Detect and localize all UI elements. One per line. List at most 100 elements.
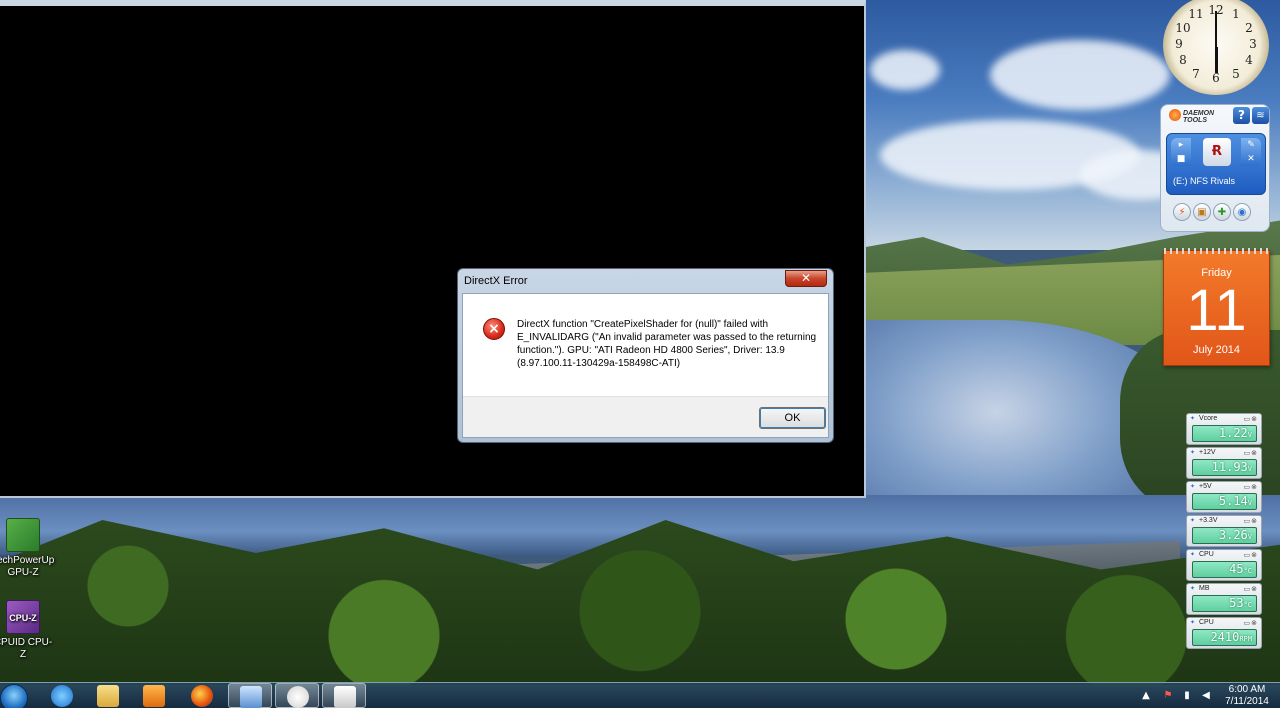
sensor-5v[interactable]: ✦ +5V ▭⊗ 5.14V bbox=[1186, 481, 1262, 513]
clock-number: 1 bbox=[1232, 7, 1240, 21]
dialog-titlebar[interactable]: DirectX Error ✕ bbox=[458, 269, 833, 293]
settings-unmount-icon[interactable]: ✎ ✕ bbox=[1241, 138, 1261, 166]
ok-button[interactable]: OK bbox=[759, 407, 826, 429]
sensor-label: CPU bbox=[1199, 619, 1214, 626]
close-button[interactable]: ✕ bbox=[785, 270, 827, 287]
tray-date: 7/11/2014 bbox=[1225, 696, 1269, 707]
rss-icon[interactable]: ≋ bbox=[1252, 107, 1269, 124]
sensor-controls-icon[interactable]: ▭⊗ bbox=[1244, 415, 1258, 423]
taskbar-internet-explorer[interactable] bbox=[40, 683, 84, 708]
gpuz-icon bbox=[6, 518, 40, 552]
sensor-label: +3.3V bbox=[1199, 517, 1218, 524]
tray-time: 6:00 AM bbox=[1228, 684, 1266, 695]
daemon-logo-icon bbox=[1169, 109, 1181, 121]
sensor-controls-icon[interactable]: ▭⊗ bbox=[1244, 619, 1258, 627]
tray-clock[interactable]: 6:00 AM 7/11/2014 bbox=[1222, 684, 1272, 708]
clock-number: 5 bbox=[1232, 67, 1240, 81]
sensor-controls-icon[interactable]: ▭⊗ bbox=[1244, 585, 1258, 593]
sensor-vcore[interactable]: ✦ Vcore ▭⊗ 1.22V bbox=[1186, 413, 1262, 445]
mounted-disc-icon[interactable]: Ɍ bbox=[1203, 138, 1231, 166]
volume-icon[interactable]: ◀ bbox=[1200, 690, 1212, 702]
clock-number: 6 bbox=[1212, 71, 1220, 85]
image-catalog-icon[interactable]: ▣ bbox=[1193, 203, 1211, 221]
sensor-value-display: 11.93V bbox=[1192, 459, 1257, 476]
sensor-cpu-fan[interactable]: ✦ CPU ▭⊗ 2410RPM bbox=[1186, 617, 1262, 649]
clock-number: 7 bbox=[1192, 67, 1200, 81]
network-icon[interactable]: ▮ bbox=[1181, 690, 1193, 702]
daemon-toolbar: ⚡ ▣ ✚ ◉ bbox=[1173, 203, 1263, 223]
pin-icon: ✦ bbox=[1190, 585, 1196, 592]
clock-minute-hand bbox=[1215, 11, 1217, 47]
sensor-value-display: 3.26V bbox=[1192, 527, 1257, 544]
play-stop-icon[interactable]: ▸ ■ bbox=[1171, 138, 1191, 166]
desktop-icon-cpuz[interactable]: CPU-Z CPUID CPU-Z bbox=[0, 600, 54, 661]
clock-number: 3 bbox=[1249, 37, 1257, 51]
directx-error-dialog: DirectX Error ✕ × DirectX function "Crea… bbox=[457, 268, 834, 443]
taskbar-nfs-rivals[interactable] bbox=[322, 683, 366, 708]
clock-number: 2 bbox=[1245, 21, 1253, 35]
help-icon[interactable]: ? bbox=[1233, 107, 1250, 124]
dialog-title: DirectX Error bbox=[464, 275, 528, 287]
sensor-label: +12V bbox=[1199, 449, 1216, 456]
pin-icon: ✦ bbox=[1190, 517, 1196, 524]
clock-number: 8 bbox=[1179, 53, 1187, 67]
start-button[interactable] bbox=[0, 684, 28, 708]
clock-hour-hand bbox=[1215, 47, 1218, 73]
sensor-controls-icon[interactable]: ▭⊗ bbox=[1244, 551, 1258, 559]
clock-number: 9 bbox=[1175, 37, 1183, 51]
internet-explorer-icon bbox=[51, 685, 73, 707]
pin-icon: ✦ bbox=[1190, 551, 1196, 558]
message-area: × DirectX function "CreatePixelShader fo… bbox=[463, 294, 828, 396]
action-center-icon[interactable]: ⚑ bbox=[1162, 690, 1174, 702]
clock-number: 11 bbox=[1188, 7, 1204, 21]
clock-number: 10 bbox=[1175, 21, 1191, 35]
show-hidden-icons-icon[interactable]: ▲ bbox=[1140, 690, 1152, 702]
desktop-icon-label: GPU-Z bbox=[7, 567, 39, 578]
error-message: DirectX function "CreatePixelShader for … bbox=[517, 319, 817, 369]
control-panel-icon bbox=[240, 686, 262, 708]
sensor-controls-icon[interactable]: ▭⊗ bbox=[1244, 449, 1258, 457]
button-area: OK bbox=[463, 396, 828, 437]
clock-number: 4 bbox=[1245, 53, 1253, 67]
sensor-value-display: 1.22V bbox=[1192, 425, 1257, 442]
desktop-icon-label: CPUID CPU-Z bbox=[0, 637, 53, 660]
daemon-tools-gadget: DAEMON TOOLS ? ≋ ▸ ■ Ɍ ✎ ✕ (E:) NFS Rivals… bbox=[1160, 104, 1270, 232]
sensor-label: +5V bbox=[1199, 483, 1212, 490]
sensor-controls-icon[interactable]: ▭⊗ bbox=[1244, 517, 1258, 525]
app-icon bbox=[287, 686, 309, 708]
nfs-rivals-icon bbox=[334, 686, 356, 708]
cpuz-icon: CPU-Z bbox=[6, 600, 40, 634]
sensor-controls-icon[interactable]: ▭⊗ bbox=[1244, 483, 1258, 491]
sensor-value-display: 53°C bbox=[1192, 595, 1257, 612]
pin-icon: ✦ bbox=[1190, 449, 1196, 456]
sensor-cpu-temp[interactable]: ✦ CPU ▭⊗ 45°C bbox=[1186, 549, 1262, 581]
close-icon: ✕ bbox=[800, 271, 812, 285]
calendar-month: July 2014 bbox=[1192, 344, 1241, 356]
taskbar-control-panel[interactable] bbox=[228, 683, 272, 708]
firefox-icon bbox=[191, 685, 213, 707]
pin-icon: ✦ bbox=[1190, 415, 1196, 422]
sensor-3v3[interactable]: ✦ +3.3V ▭⊗ 3.26V bbox=[1186, 515, 1262, 547]
folder-icon bbox=[97, 685, 119, 707]
error-icon: × bbox=[483, 318, 505, 340]
sensor-12v[interactable]: ✦ +12V ▭⊗ 11.93V bbox=[1186, 447, 1262, 479]
sensor-mb-temp[interactable]: ✦ MB ▭⊗ 53°C bbox=[1186, 583, 1262, 615]
desktop-icon-gpuz[interactable]: TechPowerUp GPU-Z bbox=[0, 518, 54, 579]
sensor-value-display: 2410RPM bbox=[1192, 629, 1257, 646]
daemon-brand: DAEMON TOOLS bbox=[1183, 110, 1215, 124]
taskbar-app[interactable] bbox=[275, 683, 319, 708]
taskbar-firefox[interactable] bbox=[180, 683, 224, 708]
sensor-value-display: 5.14V bbox=[1192, 493, 1257, 510]
pin-icon: ✦ bbox=[1190, 619, 1196, 626]
desktop-icon-label: TechPowerUp bbox=[0, 555, 55, 566]
daemon-lite-icon[interactable]: ⚡ bbox=[1173, 203, 1191, 221]
taskbar-media-player[interactable] bbox=[132, 683, 176, 708]
mount-icon[interactable]: ◉ bbox=[1233, 203, 1251, 221]
taskbar-windows-explorer[interactable] bbox=[86, 683, 130, 708]
virtual-drive-panel: ▸ ■ Ɍ ✎ ✕ (E:) NFS Rivals bbox=[1166, 133, 1266, 195]
drive-label: (E:) NFS Rivals bbox=[1173, 176, 1236, 186]
sensor-label: CPU bbox=[1199, 551, 1214, 558]
add-drive-icon[interactable]: ✚ bbox=[1213, 203, 1231, 221]
calendar-gadget[interactable]: Friday 11 July 2014 bbox=[1163, 248, 1271, 366]
sensor-value-display: 45°C bbox=[1192, 561, 1257, 578]
